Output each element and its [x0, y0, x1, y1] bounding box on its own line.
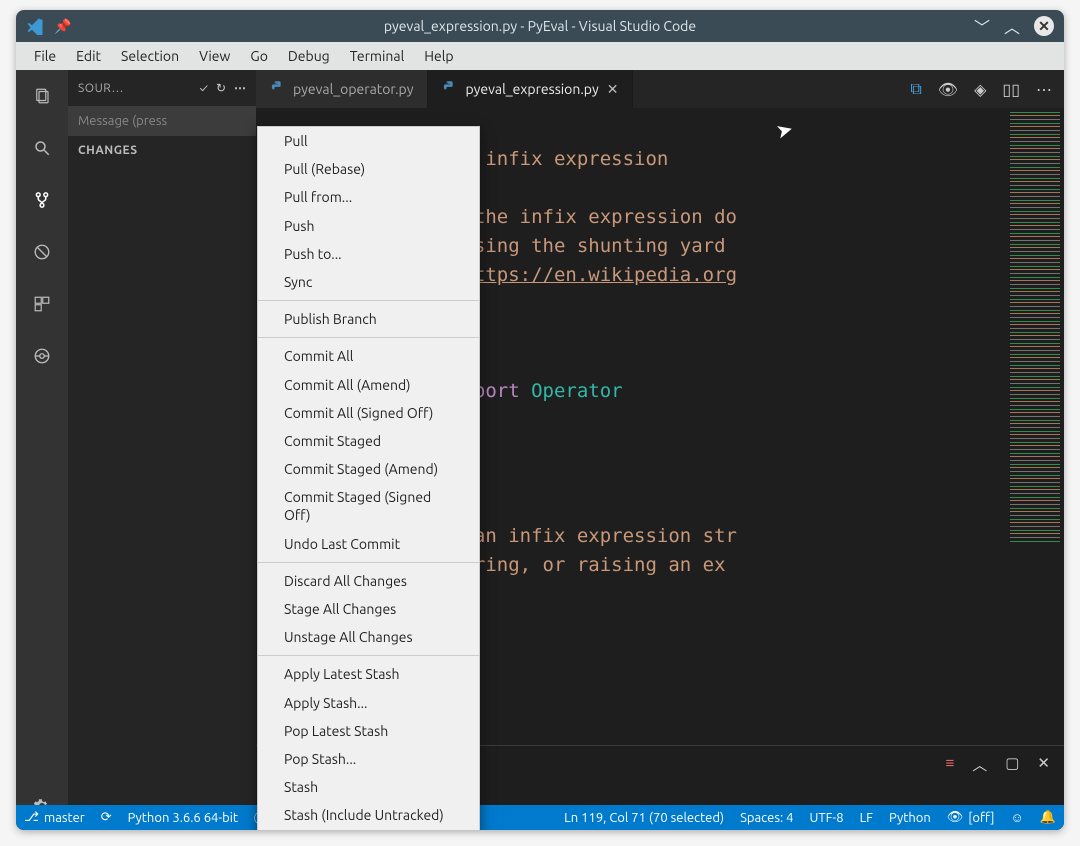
menu-item-publish-branch[interactable]: Publish Branch — [258, 305, 479, 333]
status-notifications-icon[interactable]: 🔔 — [1040, 810, 1056, 825]
scm-more-icon[interactable]: ⋯ — [234, 81, 246, 95]
menu-item-commit-all-amend[interactable]: Commit All (Amend) — [258, 371, 479, 399]
menu-file[interactable]: File — [24, 45, 66, 67]
menu-separator — [258, 562, 479, 563]
menu-selection[interactable]: Selection — [111, 45, 189, 67]
python-file-icon — [442, 80, 457, 98]
tab-label: pyeval_operator.py — [293, 81, 413, 97]
status-python-version[interactable]: Python 3.6.6 64-bit — [128, 811, 238, 825]
menu-view[interactable]: View — [189, 45, 240, 67]
menu-item-stage-all-changes[interactable]: Stage All Changes — [258, 595, 479, 623]
tab-pyeval-expression[interactable]: pyeval_expression.py ✕ — [428, 70, 633, 108]
source-control-sidebar: SOUR… ✓ ↻ ⋯ Message (press CHANGES — [68, 70, 256, 830]
explorer-icon[interactable] — [28, 82, 56, 110]
menu-item-push[interactable]: Push — [258, 212, 479, 240]
menu-go[interactable]: Go — [240, 45, 277, 67]
menu-item-pull-from[interactable]: Pull from... — [258, 183, 479, 211]
menu-item-apply-latest-stash[interactable]: Apply Latest Stash — [258, 660, 479, 688]
window-titlebar: 📌 pyeval_expression.py - PyEval - Visual… — [16, 10, 1064, 42]
editor-more-icon[interactable]: ⋯ — [1036, 80, 1052, 99]
scm-changes-section[interactable]: CHANGES — [68, 136, 256, 165]
menu-item-push-to[interactable]: Push to... — [258, 240, 479, 268]
window-minimize-icon[interactable]: ﹀ — [974, 14, 990, 38]
menu-debug[interactable]: Debug — [278, 45, 340, 67]
menu-item-stash[interactable]: Stash — [258, 773, 479, 801]
status-indentation[interactable]: Spaces: 4 — [740, 811, 793, 825]
git-branch-icon: ⎇ — [24, 810, 39, 825]
menu-item-apply-stash[interactable]: Apply Stash... — [258, 689, 479, 717]
menu-separator — [258, 300, 479, 301]
panel-maximize-icon[interactable]: ▢ — [1005, 754, 1019, 775]
menu-help[interactable]: Help — [414, 45, 463, 67]
window-maximize-icon[interactable]: ︿ — [1004, 14, 1020, 38]
menu-terminal[interactable]: Terminal — [340, 45, 415, 67]
compare-changes-icon[interactable]: ⧉ — [910, 80, 921, 99]
vscode-logo-icon — [26, 17, 44, 35]
open-changes-icon[interactable]: ◈ — [974, 80, 986, 99]
menu-item-unstage-all-changes[interactable]: Unstage All Changes — [258, 623, 479, 651]
status-sync-icon[interactable]: ⟳ — [101, 810, 112, 825]
sidebar-title: SOUR… — [78, 82, 192, 95]
gitlens-icon[interactable] — [28, 342, 56, 370]
status-coverage[interactable]: 👁 [off] — [947, 810, 995, 825]
menu-separator — [258, 655, 479, 656]
tab-label: pyeval_expression.py — [465, 81, 598, 97]
panel-clear-icon[interactable]: ≡ — [945, 754, 954, 775]
python-file-icon — [270, 80, 285, 98]
menu-item-undo-last-commit[interactable]: Undo Last Commit — [258, 530, 479, 558]
panel-close-icon[interactable]: ✕ — [1037, 754, 1050, 775]
editor-tabbar: pyeval_operator.py pyeval_expression.py … — [256, 70, 1064, 108]
wikipedia-link[interactable]: https://en.wikipedia.org — [462, 264, 737, 286]
menu-item-pop-stash[interactable]: Pop Stash... — [258, 745, 479, 773]
menu-item-pull-rebase[interactable]: Pull (Rebase) — [258, 155, 479, 183]
menu-edit[interactable]: Edit — [66, 45, 111, 67]
scm-actions-menu: PullPull (Rebase)Pull from...PushPush to… — [257, 126, 480, 830]
menu-item-commit-staged-amend[interactable]: Commit Staged (Amend) — [258, 455, 479, 483]
tab-close-icon[interactable]: ✕ — [607, 81, 619, 98]
menu-item-stash-include-untracked[interactable]: Stash (Include Untracked) — [258, 801, 479, 829]
menu-item-commit-all-signed-off[interactable]: Commit All (Signed Off) — [258, 399, 479, 427]
search-icon[interactable] — [28, 134, 56, 162]
scm-message-input[interactable]: Message (press — [68, 106, 256, 136]
scm-refresh-icon[interactable]: ↻ — [216, 81, 226, 95]
menu-item-discard-all-changes[interactable]: Discard All Changes — [258, 567, 479, 595]
menu-item-commit-staged-signed-off[interactable]: Commit Staged (Signed Off) — [258, 483, 479, 529]
reveal-icon[interactable]: 👁 — [938, 80, 958, 99]
status-eol[interactable]: LF — [860, 811, 873, 825]
status-bar: ⎇ master ⟳ Python 3.6.6 64-bit ⓧ0 ⚠0 ▶ 0… — [16, 805, 1064, 830]
status-feedback-icon[interactable]: ☺ — [1011, 810, 1024, 825]
status-encoding[interactable]: UTF-8 — [810, 811, 844, 825]
debug-icon[interactable] — [28, 238, 56, 266]
pin-icon[interactable]: 📌 — [54, 18, 71, 35]
extensions-icon[interactable] — [28, 290, 56, 318]
menu-item-commit-all[interactable]: Commit All — [258, 342, 479, 370]
menu-bar: File Edit Selection View Go Debug Termin… — [16, 42, 1064, 70]
panel-collapse-icon[interactable]: ︿ — [972, 754, 987, 775]
tab-pyeval-operator[interactable]: pyeval_operator.py — [256, 70, 428, 108]
menu-item-commit-staged[interactable]: Commit Staged — [258, 427, 479, 455]
menu-item-sync[interactable]: Sync — [258, 268, 479, 296]
window-close-icon[interactable]: ✕ — [1034, 16, 1054, 36]
scm-check-icon[interactable]: ✓ — [200, 82, 208, 95]
window-title: pyeval_expression.py - PyEval - Visual S… — [16, 18, 1064, 34]
source-control-icon[interactable] — [28, 186, 56, 214]
activity-bar — [16, 70, 68, 830]
menu-separator — [258, 337, 479, 338]
status-language[interactable]: Python — [889, 811, 931, 825]
status-git-branch[interactable]: ⎇ master — [24, 810, 85, 825]
menu-item-pop-latest-stash[interactable]: Pop Latest Stash — [258, 717, 479, 745]
minimap[interactable] — [1006, 108, 1064, 830]
menu-item-pull[interactable]: Pull — [258, 127, 479, 155]
status-cursor-position[interactable]: Ln 119, Col 71 (70 selected) — [564, 811, 724, 825]
split-editor-icon[interactable]: ▯▯ — [1002, 80, 1020, 99]
